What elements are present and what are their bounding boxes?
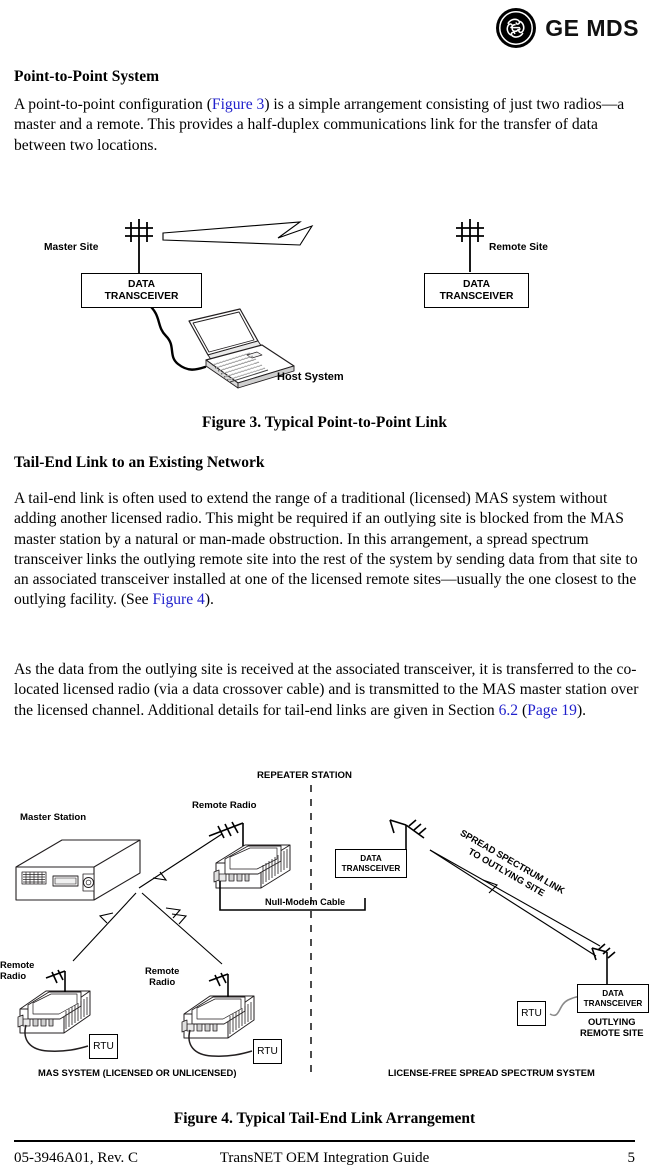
radio-modem-icon-mid: [181, 995, 255, 1039]
footer-divider: [14, 1140, 635, 1142]
figure-3-caption: Figure 3. Typical Point-to-Point Link: [201, 414, 447, 431]
cable-icon: [146, 302, 207, 371]
box-data-transceiver-master: DATA TRANSCEIVER: [81, 273, 202, 308]
label-master-site: Master Site: [44, 242, 99, 253]
dt-out-line2: TRANSCEIVER: [583, 998, 643, 1008]
ge-roundel-icon: [496, 8, 537, 48]
antenna-icon-repeater-remote: [208, 821, 244, 846]
antenna-icon-remote-left: [45, 969, 66, 992]
rrm-line1: Remote: [145, 965, 180, 976]
dt-master-line1: DATA: [127, 278, 156, 290]
para2-text-a: A tail-end link is often used to extend …: [14, 490, 638, 609]
figure-4-caption: Figure 4. Typical Tail-End Link Arrangem…: [173, 1110, 476, 1127]
rf-arrow-master-to-repeater: [138, 833, 223, 889]
label-remote-radio-left: Remote Radio: [0, 959, 35, 981]
label-master-station: Master Station: [20, 812, 87, 823]
paragraph-point-to-point: A point-to-point configuration (Figure 3…: [14, 95, 641, 156]
figure-3-point-to-point-link: Master Site Remote Site DATA TRANSCEIVER…: [0, 200, 649, 395]
page-footer: 05-3946A01, Rev. C TransNET OEM Integrat…: [14, 1150, 635, 1167]
xref-figure-4[interactable]: Figure 4: [152, 591, 204, 608]
footer-guide-title: TransNET OEM Integration Guide: [219, 1150, 430, 1166]
dt-out-line1: DATA: [602, 989, 624, 999]
rf-link-icon: [162, 221, 314, 246]
label-null-modem-cable: Null-Modem Cable: [265, 897, 346, 907]
box-data-transceiver-outlying: DATA TRANSCEIVER: [577, 984, 649, 1013]
paragraph-tail-end-2: As the data from the outlying site is re…: [14, 660, 641, 721]
rrm-line2: Radio: [149, 975, 176, 987]
xref-section-6-2[interactable]: 6.2: [499, 702, 519, 719]
heading-tail-end-link: Tail-End Link to an Existing Network: [14, 454, 265, 471]
dt-remote-line1: DATA: [462, 278, 491, 290]
para1-text-a: A point-to-point configuration (: [14, 96, 212, 113]
antenna-icon-remote: [456, 219, 484, 272]
ors-line1: OUTLYING: [587, 1016, 636, 1027]
box-data-transceiver-remote: DATA TRANSCEIVER: [424, 273, 529, 308]
dt-master-line2: TRANSCEIVER: [104, 290, 179, 302]
box-data-transceiver-repeater: DATA TRANSCEIVER: [335, 849, 407, 878]
antenna-icon-repeater-transceiver: [389, 819, 427, 850]
xref-page-19[interactable]: Page 19: [527, 702, 577, 719]
ors-line2: REMOTE SITE: [580, 1026, 644, 1038]
radio-modem-icon-left: [17, 990, 91, 1034]
brand-wordmark: GE MDS: [545, 14, 639, 41]
label-remote-site: Remote Site: [489, 242, 548, 253]
dt-rep-line2: TRANSCEIVER: [341, 863, 401, 873]
paragraph-tail-end-1: A tail-end link is often used to extend …: [14, 489, 641, 611]
box-rtu-outlying: RTU: [517, 1001, 546, 1026]
figure-4-tail-end-link: REPEATER STATION Master Station Remote R…: [0, 766, 649, 1086]
box-rtu-left: RTU: [89, 1034, 118, 1059]
label-remote-radio-repeater: Remote Radio: [192, 800, 257, 811]
radio-modem-icon-repeater: [213, 844, 291, 889]
brand-logo: GE MDS: [496, 8, 639, 48]
box-rtu-mid: RTU: [253, 1039, 282, 1064]
label-spread-spectrum-system: LICENSE-FREE SPREAD SPECTRUM SYSTEM: [388, 1067, 595, 1078]
antenna-icon-outlying: [591, 943, 616, 989]
label-mas-system: MAS SYSTEM (LICENSED OR UNLICENSED): [38, 1067, 237, 1078]
heading-point-to-point: Point-to-Point System: [14, 68, 160, 85]
rrl-line2: Radio: [0, 969, 27, 981]
rack-chassis-icon: [15, 839, 141, 901]
rrl-line1: Remote: [0, 959, 35, 970]
label-outlying-remote-site: OUTLYING REMOTE SITE: [580, 1016, 644, 1038]
dt-remote-line2: TRANSCEIVER: [439, 290, 514, 302]
rf-arrow-master-to-remote-left: [72, 892, 137, 962]
label-repeater-station: REPEATER STATION: [257, 770, 352, 781]
para2-text-b: ).: [204, 591, 214, 609]
dt-rep-line1: DATA: [360, 854, 382, 864]
para3-text-b: (: [518, 701, 528, 719]
para3-text-c: ).: [576, 701, 587, 719]
rf-arrow-master-to-remote-mid: [141, 892, 223, 965]
antenna-icon-remote-mid: [208, 972, 229, 997]
label-host-system: Host System: [277, 371, 344, 383]
label-remote-radio-mid: Remote Radio: [145, 965, 180, 987]
xref-figure-3[interactable]: Figure 3: [212, 96, 264, 113]
